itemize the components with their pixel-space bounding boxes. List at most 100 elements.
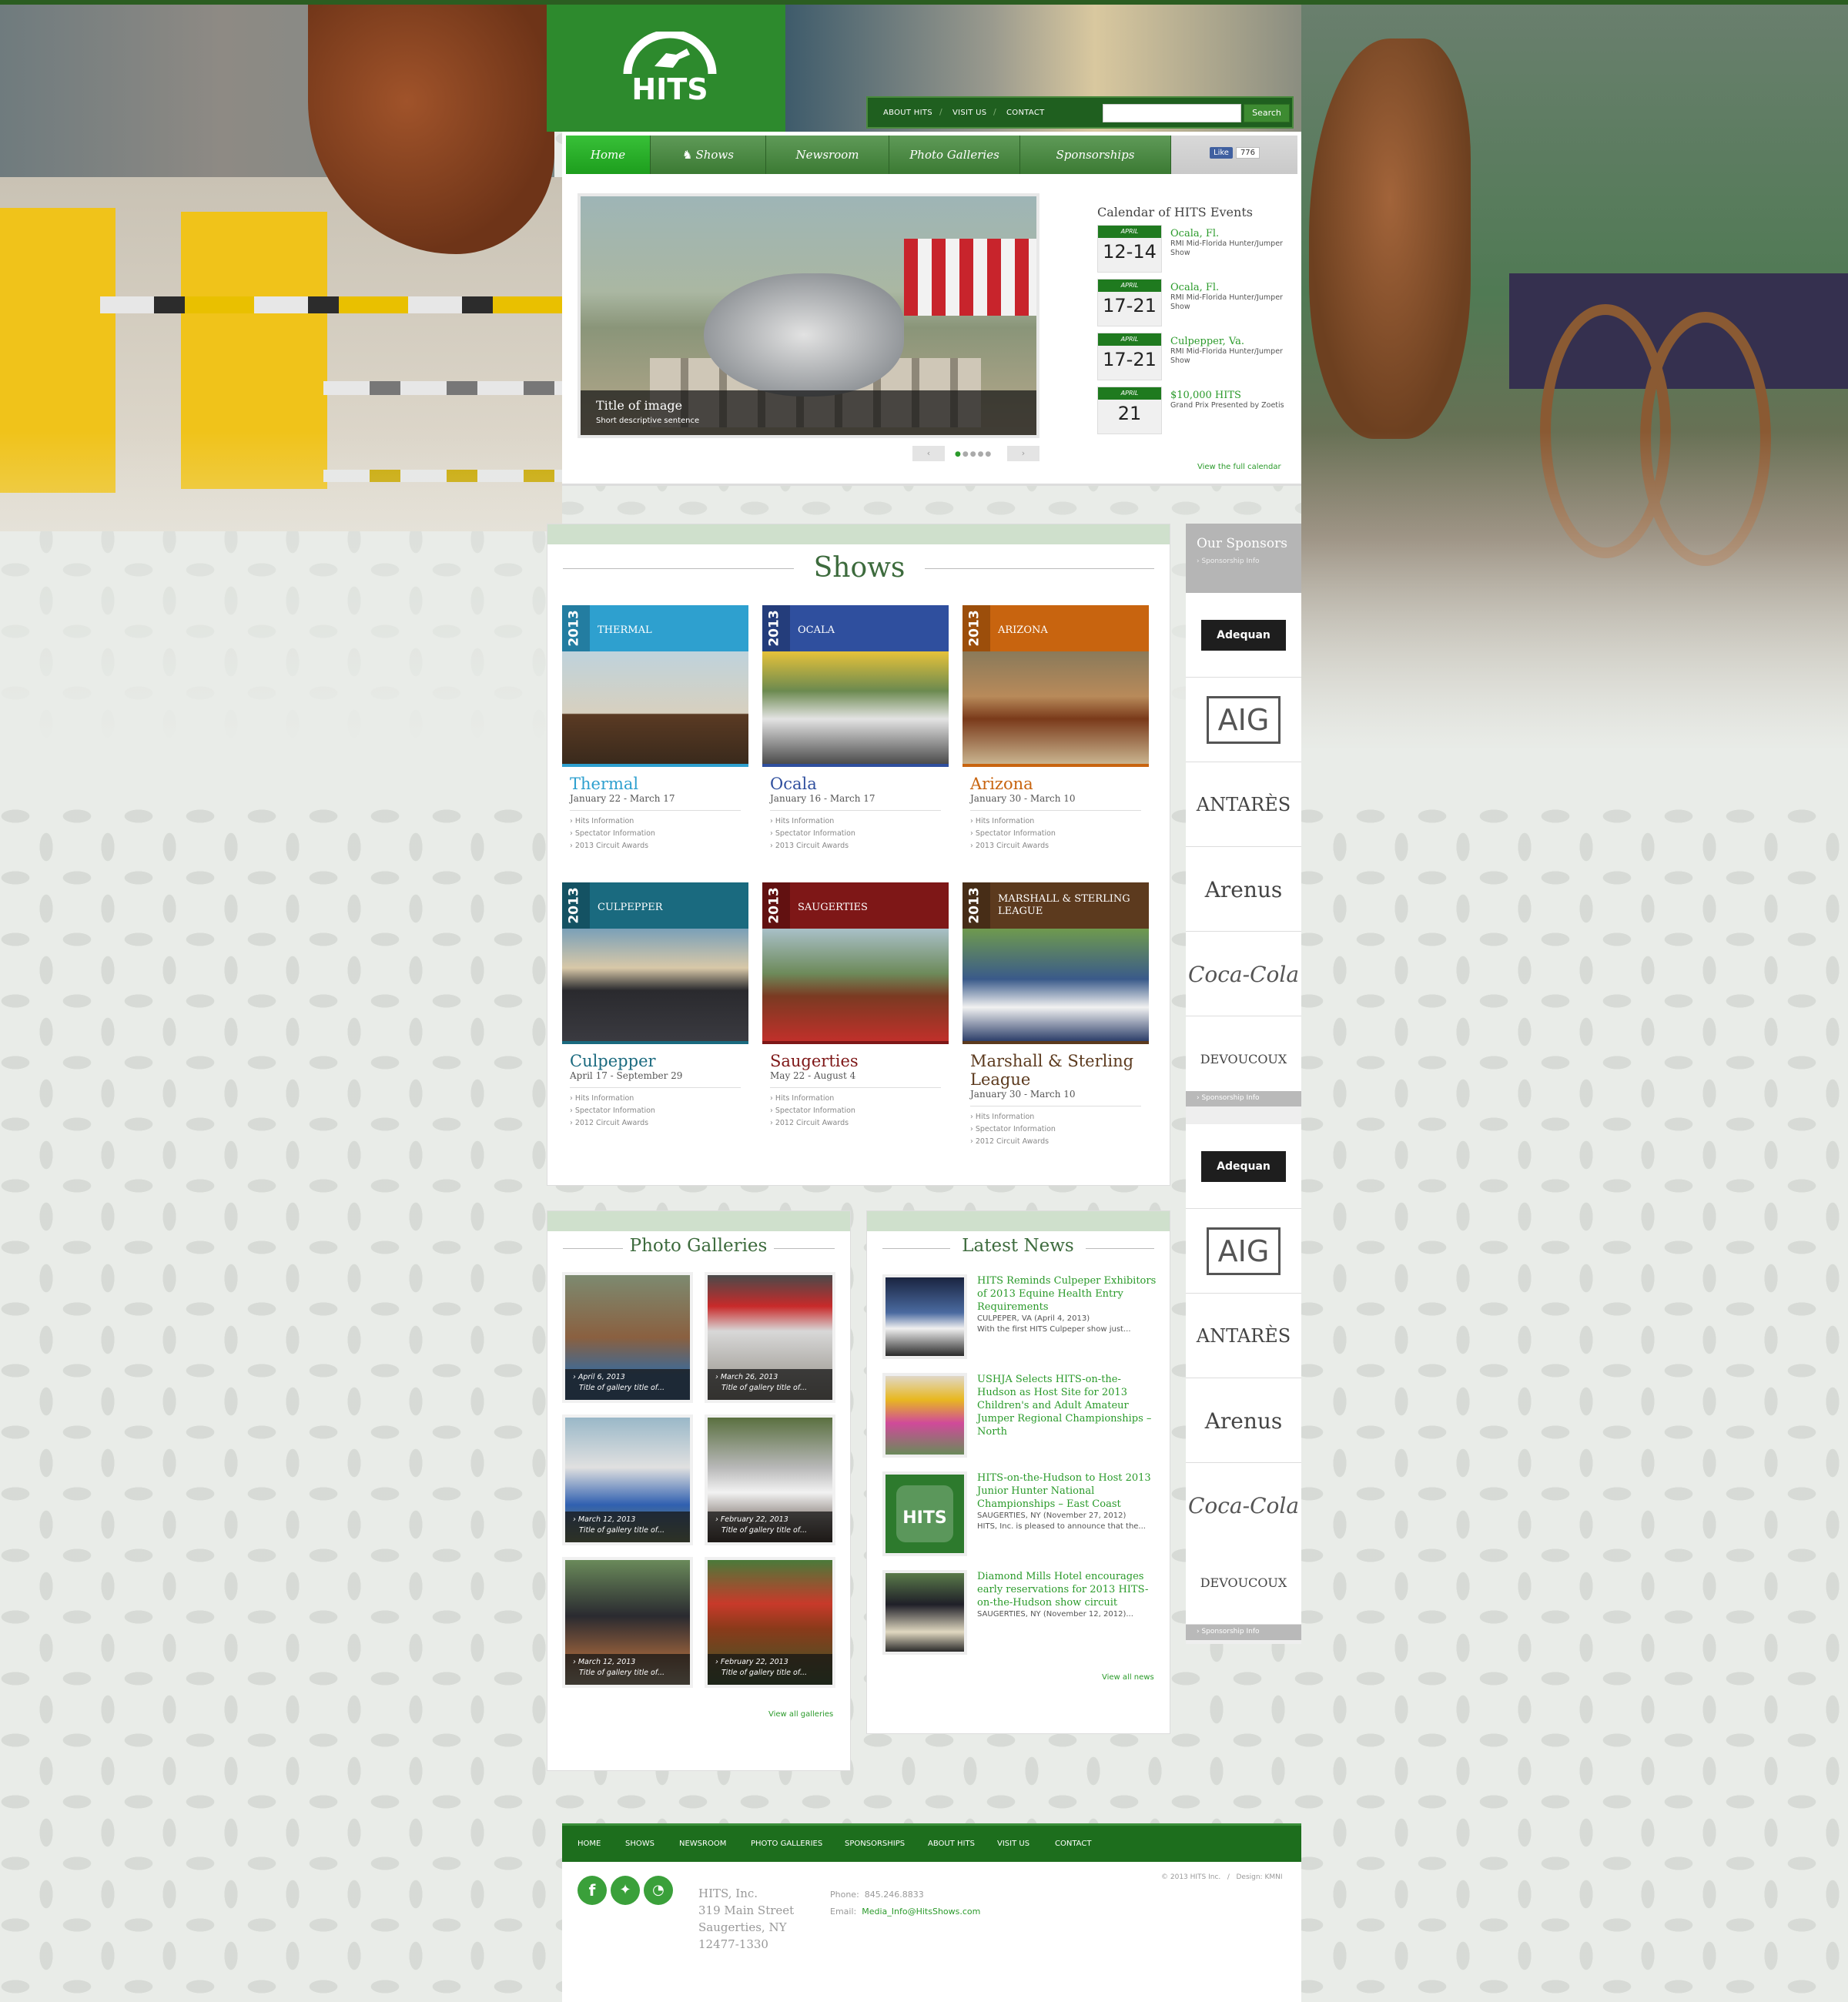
show-link[interactable]: › Hits Information bbox=[970, 1111, 1141, 1123]
show-image[interactable] bbox=[762, 929, 949, 1044]
sponsor-logo-adequan[interactable]: Adequan bbox=[1186, 1124, 1301, 1209]
footer-link-shows[interactable]: SHOWS bbox=[625, 1840, 654, 1848]
show-link[interactable]: › Spectator Information bbox=[770, 1105, 941, 1117]
show-link[interactable]: › Spectator Information bbox=[770, 828, 941, 840]
show-link[interactable]: › 2012 Circuit Awards bbox=[970, 1136, 1141, 1148]
news-item[interactable]: HITS HITS-on-the-Hudson to Host 2013 Jun… bbox=[882, 1471, 1157, 1562]
nav-item-sponsorships[interactable]: Sponsorships bbox=[1020, 136, 1171, 174]
calendar-event[interactable]: APRIL 17-21 Ocala, Fl. RMI Mid-Florida Hun… bbox=[1097, 279, 1286, 326]
search-button[interactable]: Search bbox=[1244, 104, 1290, 122]
show-card-thermal[interactable]: 2013 THERMAL Thermal January 22 - March 1… bbox=[562, 605, 748, 867]
view-full-calendar-link[interactable]: View the full calendar bbox=[1197, 463, 1281, 471]
footer-link-sponsorships[interactable]: SPONSORSHIPS bbox=[845, 1840, 905, 1848]
calendar-event[interactable]: APRIL 12-14 Ocala, Fl. RMI Mid-Florida Hun… bbox=[1097, 225, 1286, 273]
show-card-culpepper[interactable]: 2013 CULPEPPER Culpepper April 17 - Septe… bbox=[562, 882, 748, 1144]
show-link[interactable]: › Hits Information bbox=[770, 815, 941, 828]
news-thumbnail[interactable] bbox=[882, 1274, 967, 1359]
sponsorship-info-link[interactable]: › Sponsorship Info bbox=[1197, 557, 1260, 565]
sponsor-logo-antares[interactable]: ANTARÈS bbox=[1186, 762, 1301, 847]
show-title[interactable]: Ocala bbox=[770, 775, 817, 793]
footer-link-about[interactable]: ABOUT HITS bbox=[928, 1840, 975, 1848]
show-title[interactable]: Culpepper bbox=[570, 1052, 656, 1070]
calendar-event[interactable]: APRIL 21 $10,000 HITS Grand Prix Presented… bbox=[1097, 387, 1286, 434]
slider-prev-button[interactable]: ‹ bbox=[912, 446, 945, 461]
sponsor-logo-adequan[interactable]: Adequan bbox=[1186, 593, 1301, 678]
show-title[interactable]: Arizona bbox=[970, 775, 1033, 793]
show-image[interactable] bbox=[562, 651, 748, 767]
show-link[interactable]: › Spectator Information bbox=[570, 828, 741, 840]
news-item[interactable]: USHJA Selects HITS-on-the-Hudson as Host… bbox=[882, 1373, 1157, 1464]
gallery-item[interactable]: › March 12, 2013 Title of gallery title o… bbox=[562, 1557, 693, 1688]
show-link[interactable]: › 2012 Circuit Awards bbox=[570, 1117, 741, 1130]
logo-panel[interactable]: HITS bbox=[547, 5, 785, 132]
sponsor-logo-devoucoux[interactable]: DEVOUCOUX bbox=[1186, 1016, 1301, 1101]
gallery-item[interactable]: › March 12, 2013 Title of gallery title o… bbox=[562, 1414, 693, 1545]
show-link[interactable]: › Hits Information bbox=[570, 815, 741, 828]
gallery-item[interactable]: › March 26, 2013 Title of gallery title o… bbox=[705, 1272, 835, 1403]
sponsor-logo-coca-cola[interactable]: Coca-Cola bbox=[1186, 1463, 1301, 1548]
nav-item-home[interactable]: Home bbox=[566, 136, 651, 174]
image-slider[interactable]: Title of image Short descriptive sentenc… bbox=[578, 193, 1040, 438]
nav-item-newsroom[interactable]: Newsroom bbox=[766, 136, 889, 174]
top-link-visit[interactable]: VISIT US bbox=[952, 109, 986, 117]
show-link[interactable]: › Hits Information bbox=[770, 1093, 941, 1105]
show-title[interactable]: Saugerties bbox=[770, 1052, 859, 1070]
rss-icon[interactable]: ◔ bbox=[644, 1876, 673, 1905]
show-image[interactable] bbox=[962, 651, 1149, 767]
footer-email-link[interactable]: Media_Info@HitsShows.com bbox=[862, 1907, 980, 1917]
top-link-about[interactable]: ABOUT HITS bbox=[883, 109, 932, 117]
footer-link-photo-galleries[interactable]: PHOTO GALLERIES bbox=[751, 1840, 822, 1848]
news-item[interactable]: HITS Reminds Culpeper Exhibitors of 2013… bbox=[882, 1274, 1157, 1365]
gallery-item[interactable]: › April 6, 2013 Title of gallery title of… bbox=[562, 1272, 693, 1403]
top-link-contact[interactable]: CONTACT bbox=[1006, 109, 1045, 117]
footer-link-visit[interactable]: VISIT US bbox=[997, 1840, 1029, 1848]
show-card-arizona[interactable]: 2013 ARIZONA Arizona January 30 - March 1… bbox=[962, 605, 1149, 867]
sponsor-logo-antares[interactable]: ANTARÈS bbox=[1186, 1294, 1301, 1378]
show-link[interactable]: › Spectator Information bbox=[970, 1123, 1141, 1136]
footer-link-home[interactable]: HOME bbox=[578, 1840, 601, 1848]
show-link[interactable]: › 2013 Circuit Awards bbox=[770, 840, 941, 852]
footer-link-contact[interactable]: CONTACT bbox=[1055, 1840, 1091, 1848]
news-item[interactable]: Diamond Mills Hotel encourages early res… bbox=[882, 1570, 1157, 1661]
show-link[interactable]: › Hits Information bbox=[970, 815, 1141, 828]
news-thumbnail-hits-logo[interactable]: HITS bbox=[882, 1471, 967, 1556]
sponsor-logo-aig[interactable]: AIG bbox=[1186, 678, 1301, 762]
gallery-item[interactable]: › February 22, 2013 Title of gallery titl… bbox=[705, 1414, 835, 1545]
show-title[interactable]: Thermal bbox=[570, 775, 638, 793]
show-image[interactable] bbox=[962, 929, 1149, 1044]
show-link[interactable]: › 2013 Circuit Awards bbox=[570, 840, 741, 852]
sponsorship-info-link[interactable]: › Sponsorship Info bbox=[1186, 1091, 1301, 1106]
slider-next-button[interactable]: › bbox=[1007, 446, 1040, 461]
facebook-icon[interactable]: f bbox=[578, 1876, 607, 1905]
show-link[interactable]: › Spectator Information bbox=[570, 1105, 741, 1117]
hits-logo[interactable]: HITS bbox=[616, 32, 724, 105]
news-thumbnail[interactable] bbox=[882, 1570, 967, 1655]
show-image[interactable] bbox=[762, 651, 949, 767]
news-thumbnail[interactable] bbox=[882, 1373, 967, 1458]
calendar-event[interactable]: APRIL 17-21 Culpepper, Va. RMI Mid-Florida… bbox=[1097, 333, 1286, 380]
nav-item-shows[interactable]: ♞ Shows bbox=[651, 136, 766, 174]
sponsor-logo-arenus[interactable]: Arenus bbox=[1186, 1378, 1301, 1463]
sponsor-logo-arenus[interactable]: Arenus bbox=[1186, 847, 1301, 932]
show-link[interactable]: › 2012 Circuit Awards bbox=[770, 1117, 941, 1130]
search-input[interactable] bbox=[1103, 104, 1241, 122]
show-title[interactable]: Marshall & Sterling League bbox=[970, 1052, 1141, 1089]
view-all-galleries-link[interactable]: View all galleries bbox=[768, 1710, 833, 1719]
show-link[interactable]: › 2013 Circuit Awards bbox=[970, 840, 1141, 852]
view-all-news-link[interactable]: View all news bbox=[1102, 1673, 1154, 1682]
sponsor-logo-devoucoux[interactable]: DEVOUCOUX bbox=[1186, 1540, 1301, 1625]
facebook-like-button[interactable]: Like 776 bbox=[1210, 147, 1260, 159]
gallery-item[interactable]: › February 22, 2013 Title of gallery titl… bbox=[705, 1557, 835, 1688]
footer-link-newsroom[interactable]: NEWSROOM bbox=[679, 1840, 726, 1848]
sponsor-logo-aig[interactable]: AIG bbox=[1186, 1209, 1301, 1294]
show-card-ocala[interactable]: 2013 OCALA Ocala January 16 - March 17 › … bbox=[762, 605, 949, 867]
show-link[interactable]: › Hits Information bbox=[570, 1093, 741, 1105]
show-image[interactable] bbox=[562, 929, 748, 1044]
sponsorship-info-link[interactable]: › Sponsorship Info bbox=[1186, 1625, 1301, 1640]
twitter-icon[interactable]: ✦ bbox=[611, 1876, 640, 1905]
show-card-marshall-sterling[interactable]: 2013 MARSHALL & STERLING LEAGUE Marshall … bbox=[962, 882, 1149, 1146]
show-link[interactable]: › Spectator Information bbox=[970, 828, 1141, 840]
nav-item-photo-galleries[interactable]: Photo Galleries bbox=[889, 136, 1020, 174]
sponsor-logo-coca-cola[interactable]: Coca-Cola bbox=[1186, 932, 1301, 1016]
show-card-saugerties[interactable]: 2013 SAUGERTIES Saugerties May 22 - Augus… bbox=[762, 882, 949, 1144]
